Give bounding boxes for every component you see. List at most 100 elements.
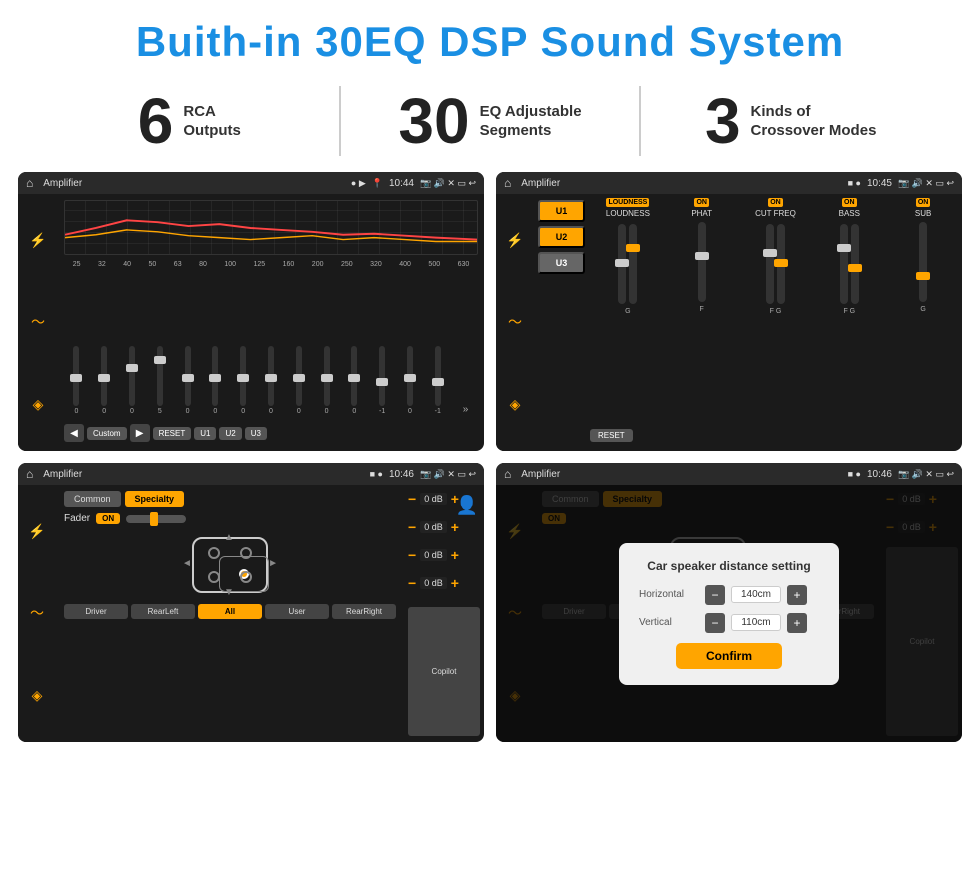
user-button[interactable]: User	[265, 604, 329, 619]
eq-slider-0[interactable]: 0	[64, 346, 89, 415]
eq-slider-11[interactable]: -1	[370, 346, 395, 415]
horizontal-plus-button[interactable]: +	[787, 585, 807, 605]
arrow-down-icon: ▼	[224, 587, 234, 598]
eq-custom-button[interactable]: Custom	[87, 427, 127, 440]
screen3-sidebar: ⚡ 〜 ◈	[18, 485, 56, 742]
stat-label-eq: EQ Adjustable Segments	[480, 102, 582, 141]
rearleft-button[interactable]: RearLeft	[131, 604, 195, 619]
fader-db-row-3: − 0 dB +	[408, 575, 480, 591]
eq-u3-button[interactable]: U3	[245, 427, 267, 440]
db-plus-3[interactable]: +	[451, 575, 459, 591]
fader-eq-icon[interactable]: ⚡	[28, 523, 45, 540]
screen3-title: Amplifier	[43, 469, 363, 480]
db-minus-1[interactable]: −	[408, 519, 416, 535]
db-minus-0[interactable]: −	[408, 491, 416, 507]
horizontal-minus-button[interactable]: −	[705, 585, 725, 605]
stat-number-eq: 30	[398, 89, 469, 153]
screen2-status-bar: ⌂ Amplifier ■ ● 10:45 📷 🔊 ✕ ▭ ↩	[496, 172, 962, 194]
db-value-3: 0 dB	[420, 577, 447, 589]
screen3-status-bar: ⌂ Amplifier ■ ● 10:46 📷 🔊 ✕ ▭ ↩	[18, 463, 484, 485]
crossover-eq-icon[interactable]: ⚡	[506, 232, 523, 249]
eq-slider-5[interactable]: 0	[203, 346, 228, 415]
vertical-plus-button[interactable]: +	[787, 613, 807, 633]
db-plus-2[interactable]: +	[451, 547, 459, 563]
arrow-right-icon: ►	[268, 558, 278, 569]
eq-labels: 25 32 40 50 63 80 100 125 160 200 250 32…	[64, 259, 478, 270]
fader-on-badge[interactable]: ON	[96, 513, 120, 524]
divider-1	[339, 86, 341, 156]
screen4-home-icon[interactable]: ⌂	[504, 467, 511, 481]
screen3-dot1: ■ ●	[370, 469, 383, 479]
vertical-label: Vertical	[639, 617, 699, 628]
u3-button[interactable]: U3	[538, 252, 585, 274]
dialog-overlay: Car speaker distance setting Horizontal …	[496, 485, 962, 742]
db-minus-3[interactable]: −	[408, 575, 416, 591]
stats-row: 6 RCA Outputs 30 EQ Adjustable Segments …	[0, 76, 980, 172]
wave-icon[interactable]: 〜	[31, 312, 45, 332]
confirm-button[interactable]: Confirm	[676, 643, 782, 669]
screen3-home-icon[interactable]: ⌂	[26, 467, 33, 481]
stat-eq: 30 EQ Adjustable Segments	[361, 89, 620, 153]
db-value-2: 0 dB	[420, 549, 447, 561]
rearright-button[interactable]: RearRight	[332, 604, 396, 619]
u1-button[interactable]: U1	[538, 200, 585, 222]
screen1-pin-icon: 📍	[372, 178, 383, 189]
screen2-home-icon[interactable]: ⌂	[504, 176, 511, 190]
fader-wave-icon[interactable]: 〜	[30, 603, 44, 623]
screen4-controls: 📷 🔊 ✕ ▭ ↩	[898, 469, 954, 480]
car-diagram: ◄ ► ▲ ▼	[180, 530, 280, 600]
vertical-minus-button[interactable]: −	[705, 613, 725, 633]
db-plus-1[interactable]: +	[451, 519, 459, 535]
fader-db-row-1: − 0 dB +	[408, 519, 480, 535]
crossover-sidebar: ⚡ 〜 ◈	[496, 194, 534, 451]
eq-slider-12[interactable]: 0	[398, 346, 423, 415]
screen2-dot1: ■ ●	[848, 178, 861, 188]
sub-module: ON SUB G	[888, 198, 958, 447]
dialog-title: Car speaker distance setting	[639, 559, 819, 573]
vertical-value: 110cm	[731, 614, 781, 631]
eq-slider-2[interactable]: 0	[120, 346, 145, 415]
eq-slider-6[interactable]: 0	[231, 346, 256, 415]
eq-slider-9[interactable]: 0	[314, 346, 339, 415]
eq-slider-10[interactable]: 0	[342, 346, 367, 415]
divider-2	[639, 86, 641, 156]
speaker-sidebar-icon[interactable]: ◈	[33, 396, 44, 413]
crossover-modules: LOUDNESS LOUDNESS G ON PHAT	[589, 194, 962, 451]
fader-slider[interactable]	[126, 515, 186, 523]
tab-common[interactable]: Common	[64, 491, 121, 507]
person-icon[interactable]: 👤	[456, 495, 478, 516]
eq-sliders: 0 0 0 5 0 0 0 0 0 0 0 -1 0 -1 »	[64, 274, 478, 417]
screen1-home-icon[interactable]: ⌂	[26, 176, 33, 190]
crossover-wave-icon[interactable]: 〜	[508, 312, 522, 332]
db-minus-2[interactable]: −	[408, 547, 416, 563]
copilot-button[interactable]: Copilot	[408, 607, 480, 736]
crossover-speaker-icon[interactable]: ◈	[510, 396, 521, 413]
eq-slider-3[interactable]: 5	[147, 346, 172, 415]
crossover-reset-area: RESET	[590, 425, 633, 443]
horizontal-value: 140cm	[731, 586, 781, 603]
eq-slider-1[interactable]: 0	[92, 346, 117, 415]
eq-prev-button[interactable]: ◀	[64, 424, 84, 442]
tab-specialty[interactable]: Specialty	[125, 491, 185, 507]
screen4-time: 10:46	[867, 469, 892, 480]
screen-eq: ⌂ Amplifier ● ▶ 📍 10:44 📷 🔊 ✕ ▭ ↩ ⚡ 〜 ◈	[18, 172, 484, 451]
bass-module: ON BASS F G	[814, 198, 884, 447]
crossover-reset-button[interactable]: RESET	[590, 429, 633, 442]
eq-next-button[interactable]: ▶	[130, 424, 150, 442]
eq-u1-button[interactable]: U1	[194, 427, 216, 440]
screen3-controls: 📷 🔊 ✕ ▭ ↩	[420, 469, 476, 480]
fader-db-row-2: − 0 dB +	[408, 547, 480, 563]
all-button[interactable]: All	[198, 604, 262, 619]
u2-button[interactable]: U2	[538, 226, 585, 248]
eq-slider-8[interactable]: 0	[286, 346, 311, 415]
driver-button[interactable]: Driver	[64, 604, 128, 619]
fader-speaker-icon[interactable]: ◈	[32, 687, 43, 704]
eq-reset-button[interactable]: RESET	[153, 427, 192, 440]
eq-slider-7[interactable]: 0	[259, 346, 284, 415]
eq-u2-button[interactable]: U2	[219, 427, 241, 440]
eq-graph	[64, 200, 478, 255]
eq-slider-4[interactable]: 0	[175, 346, 200, 415]
eq-slider-13[interactable]: -1	[425, 346, 450, 415]
eq-icon[interactable]: ⚡	[29, 232, 46, 249]
fader-bottom-buttons: Driver RearLeft All User RearRight	[64, 604, 396, 619]
